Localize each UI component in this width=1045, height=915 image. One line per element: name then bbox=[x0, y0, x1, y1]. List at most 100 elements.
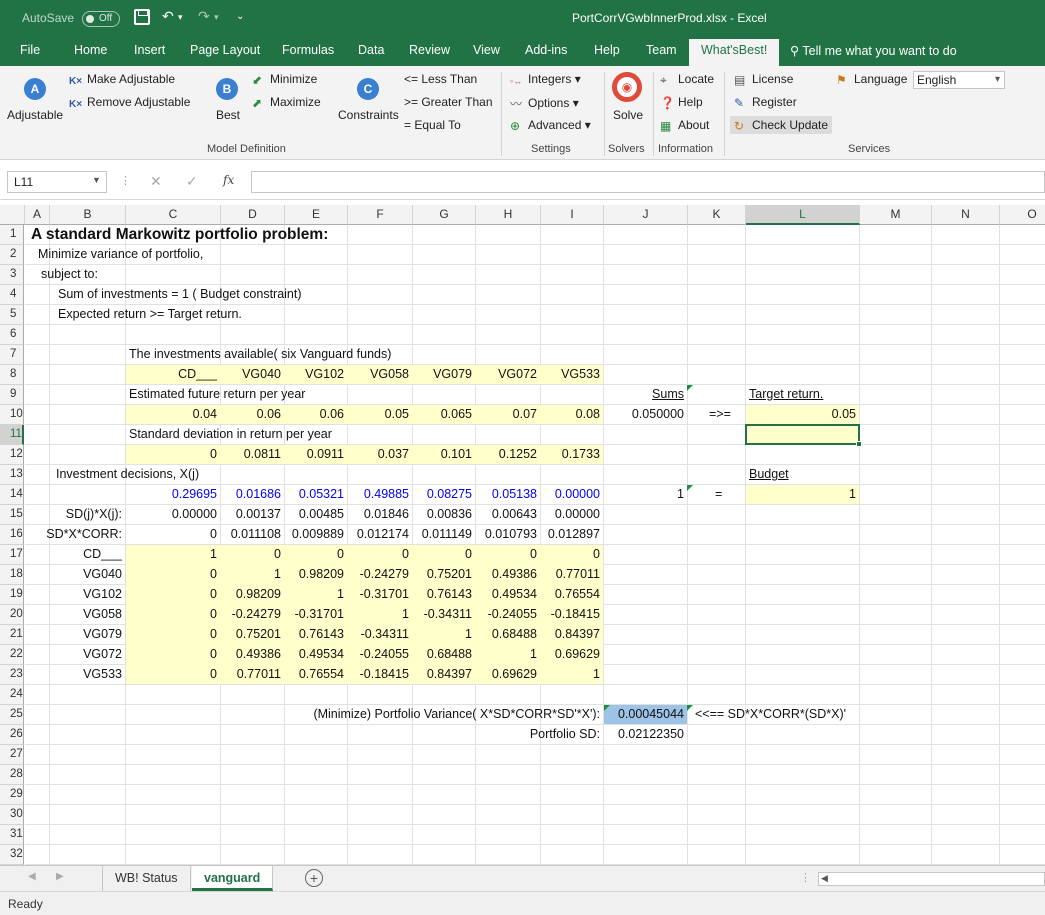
formula-input[interactable] bbox=[251, 171, 1045, 193]
equal-to-button[interactable]: = Equal To bbox=[404, 118, 461, 132]
row-header-4[interactable]: 4 bbox=[0, 285, 24, 305]
row-header-12[interactable]: 12 bbox=[0, 445, 24, 465]
tab-insert[interactable]: Insert bbox=[134, 43, 165, 57]
tab-view[interactable]: View bbox=[473, 43, 500, 57]
row-header-23[interactable]: 23 bbox=[0, 665, 24, 685]
undo-icon[interactable]: ↶ bbox=[162, 8, 174, 25]
row-header-28[interactable]: 28 bbox=[0, 765, 24, 785]
row-header-29[interactable]: 29 bbox=[0, 785, 24, 805]
row-header-20[interactable]: 20 bbox=[0, 605, 24, 625]
tab-home[interactable]: Home bbox=[74, 43, 107, 57]
tab-whatsbest[interactable]: What'sBest! bbox=[689, 39, 780, 66]
redo-dropdown-icon[interactable]: ▾ bbox=[214, 12, 219, 23]
about-button[interactable]: ▦ About bbox=[660, 118, 709, 133]
row-header-9[interactable]: 9 bbox=[0, 385, 24, 405]
tell-me-search[interactable]: ⚲ Tell me what you want to do bbox=[790, 43, 957, 58]
customize-toolbar-icon[interactable]: ⌄ bbox=[236, 11, 244, 22]
column-header-o[interactable]: O bbox=[1000, 205, 1045, 225]
register-button[interactable]: ✎ Register bbox=[734, 95, 797, 110]
tab-page-layout[interactable]: Page Layout bbox=[190, 43, 260, 57]
row-header-21[interactable]: 21 bbox=[0, 625, 24, 645]
fill-handle[interactable] bbox=[856, 441, 862, 447]
insert-function-icon[interactable]: fx bbox=[223, 173, 234, 187]
less-than-button[interactable]: <= Less Than bbox=[404, 72, 477, 86]
add-sheet-icon[interactable]: + bbox=[305, 869, 323, 887]
row-header-16[interactable]: 16 bbox=[0, 525, 24, 545]
split-handle-icon[interactable]: ⋮ bbox=[800, 871, 811, 884]
constraints-button[interactable]: Constraints bbox=[338, 108, 399, 122]
row-header-7[interactable]: 7 bbox=[0, 345, 24, 365]
integers-button[interactable]: ◦↔ Integers ▾ bbox=[510, 72, 581, 88]
column-header-g[interactable]: G bbox=[413, 205, 476, 225]
locate-button[interactable]: ⌖ Locate bbox=[660, 72, 714, 87]
column-header-h[interactable]: H bbox=[476, 205, 541, 225]
tab-team[interactable]: Team bbox=[646, 43, 677, 57]
tab-file[interactable]: File bbox=[20, 43, 40, 57]
row-header-25[interactable]: 25 bbox=[0, 705, 24, 725]
column-header-c[interactable]: C bbox=[126, 205, 221, 225]
row-header-15[interactable]: 15 bbox=[0, 505, 24, 525]
remove-adjustable-button[interactable]: K× Remove Adjustable bbox=[69, 95, 190, 111]
column-header-i[interactable]: I bbox=[541, 205, 604, 225]
row-header-6[interactable]: 6 bbox=[0, 325, 24, 345]
enter-icon[interactable]: ✓ bbox=[186, 173, 198, 190]
minimize-button[interactable]: ⬋ Minimize bbox=[252, 72, 317, 87]
column-header-n[interactable]: N bbox=[932, 205, 1000, 225]
tab-add-ins[interactable]: Add-ins bbox=[525, 43, 567, 57]
horizontal-scrollbar[interactable]: ◀ bbox=[818, 872, 1045, 886]
license-button[interactable]: ▤ License bbox=[734, 72, 793, 87]
column-header-b[interactable]: B bbox=[50, 205, 126, 225]
row-header-3[interactable]: 3 bbox=[0, 265, 24, 285]
column-header-l[interactable]: L bbox=[746, 205, 860, 225]
greater-than-button[interactable]: >= Greater Than bbox=[404, 95, 493, 109]
cancel-icon[interactable]: ✕ bbox=[150, 173, 162, 190]
worksheet-grid[interactable]: ABCDEFGHIJKLMNO 1 2 3 4 5 6 7 8 9 10 11 12 13 14 15 16 1… bbox=[0, 205, 1045, 865]
row-header-11[interactable]: 11 bbox=[0, 425, 24, 445]
selected-cell-l11[interactable] bbox=[745, 424, 860, 445]
row-header-5[interactable]: 5 bbox=[0, 305, 24, 325]
row-header-19[interactable]: 19 bbox=[0, 585, 24, 605]
row-header-27[interactable]: 27 bbox=[0, 745, 24, 765]
options-button[interactable]: 〰 Options ▾ bbox=[510, 95, 579, 111]
row-header-30[interactable]: 30 bbox=[0, 805, 24, 825]
tab-formulas[interactable]: Formulas bbox=[282, 43, 334, 57]
row-header-2[interactable]: 2 bbox=[0, 245, 24, 265]
row-header-8[interactable]: 8 bbox=[0, 365, 24, 385]
column-header-a[interactable]: A bbox=[25, 205, 50, 225]
row-header-10[interactable]: 10 bbox=[0, 405, 24, 425]
language-select[interactable]: English bbox=[913, 71, 1005, 89]
column-header-j[interactable]: J bbox=[604, 205, 688, 225]
check-update-button[interactable]: ↻ Check Update bbox=[730, 116, 833, 134]
row-header-17[interactable]: 17 bbox=[0, 545, 24, 565]
solve-button[interactable]: Solve bbox=[613, 108, 643, 122]
save-icon[interactable] bbox=[134, 9, 150, 25]
prev-sheet-icon[interactable]: ◀ bbox=[28, 871, 36, 882]
scroll-left-icon[interactable]: ◀ bbox=[821, 873, 828, 884]
row-header-22[interactable]: 22 bbox=[0, 645, 24, 665]
help-button[interactable]: ❓ Help bbox=[660, 95, 703, 110]
row-header-13[interactable]: 13 bbox=[0, 465, 24, 485]
row-header-14[interactable]: 14 bbox=[0, 485, 24, 505]
row-header-1[interactable]: 1 bbox=[0, 225, 24, 245]
redo-icon[interactable]: ↷ bbox=[198, 8, 210, 25]
sheet-tab-vanguard[interactable]: vanguard bbox=[192, 866, 274, 891]
tab-review[interactable]: Review bbox=[409, 43, 450, 57]
column-header-k[interactable]: K bbox=[688, 205, 746, 225]
best-button[interactable]: Best bbox=[216, 108, 240, 122]
column-header-d[interactable]: D bbox=[221, 205, 285, 225]
make-adjustable-button[interactable]: K× Make Adjustable bbox=[69, 72, 175, 88]
column-header-e[interactable]: E bbox=[285, 205, 348, 225]
row-header-31[interactable]: 31 bbox=[0, 825, 24, 845]
row-header-18[interactable]: 18 bbox=[0, 565, 24, 585]
autosave-toggle[interactable]: Off bbox=[82, 11, 120, 27]
column-header-f[interactable]: F bbox=[348, 205, 413, 225]
row-header-26[interactable]: 26 bbox=[0, 725, 24, 745]
select-all-corner[interactable] bbox=[0, 205, 25, 225]
tab-help[interactable]: Help bbox=[594, 43, 620, 57]
advanced-button[interactable]: ⊕ Advanced ▾ bbox=[510, 118, 591, 133]
adjustable-button[interactable]: Adjustable bbox=[7, 108, 63, 122]
row-header-32[interactable]: 32 bbox=[0, 845, 24, 865]
next-sheet-icon[interactable]: ▶ bbox=[56, 871, 64, 882]
name-box-dropdown-icon[interactable]: ▼ bbox=[92, 175, 101, 185]
tab-data[interactable]: Data bbox=[358, 43, 384, 57]
